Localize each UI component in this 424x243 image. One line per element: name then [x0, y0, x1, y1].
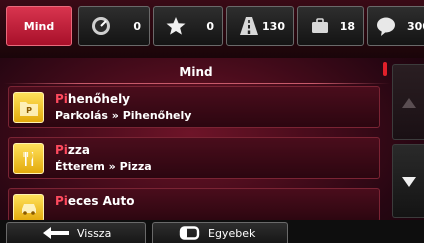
- arrow-left-icon: [43, 227, 69, 239]
- result-name-match: Pi: [55, 92, 68, 106]
- result-name-match: Pi: [55, 194, 68, 208]
- tab-speed-count: 0: [133, 20, 141, 33]
- list-header-title: Mind: [179, 65, 213, 79]
- tab-favorites[interactable]: 0: [153, 6, 223, 46]
- road-icon: [235, 12, 263, 40]
- speedometer-icon: [87, 12, 115, 40]
- result-row-pihenohely[interactable]: P Pihenőhely Parkolás » Pihenőhely: [8, 86, 380, 128]
- tab-messages[interactable]: 300: [367, 6, 424, 46]
- triangle-up-icon: [401, 93, 416, 112]
- star-icon: [162, 12, 190, 40]
- tab-favorites-count: 0: [206, 20, 214, 33]
- list-scrollbar[interactable]: [383, 62, 387, 76]
- parking-rest-icon: P: [13, 92, 44, 123]
- triangle-down-icon: [401, 172, 416, 191]
- fork-knife-icon: [13, 143, 44, 174]
- tab-all-label: Mind: [23, 19, 55, 33]
- result-name-rest: henőhely: [67, 92, 131, 106]
- back-button[interactable]: Vissza: [6, 222, 146, 243]
- speech-bubble-icon: [372, 12, 400, 40]
- scroll-down-button[interactable]: [392, 144, 424, 218]
- result-category: Parkolás » Pihenőhely: [55, 109, 192, 122]
- tab-speed[interactable]: 0: [78, 6, 150, 46]
- tab-road-count: 130: [262, 20, 285, 33]
- result-category: Étterem » Pizza: [55, 160, 152, 173]
- tab-business[interactable]: 18: [297, 6, 364, 46]
- tab-all[interactable]: Mind: [6, 6, 72, 46]
- tab-messages-count: 300: [407, 20, 424, 33]
- result-name: Pihenőhely: [55, 92, 130, 106]
- result-name-rest: eces Auto: [67, 194, 135, 208]
- category-tab-bar: Mind 0 0 130 18 30: [0, 0, 424, 58]
- svg-text:P: P: [26, 106, 32, 115]
- more-options-icon: [179, 226, 201, 240]
- header-divider: [4, 83, 390, 84]
- tab-business-count: 18: [339, 20, 355, 33]
- car-icon: [13, 194, 44, 222]
- result-name: Pieces Auto: [55, 194, 134, 208]
- result-name: Pizza: [55, 143, 90, 157]
- result-row-pieces-auto[interactable]: Pieces Auto: [8, 188, 380, 222]
- result-name-match: Pi: [55, 143, 68, 157]
- more-button-label: Egyebek: [208, 226, 256, 240]
- more-button[interactable]: Egyebek: [152, 222, 288, 243]
- result-row-pizza[interactable]: Pizza Étterem » Pizza: [8, 137, 380, 179]
- briefcase-icon: [306, 12, 334, 40]
- scroll-up-button[interactable]: [392, 64, 424, 140]
- result-name-rest: zza: [67, 143, 90, 157]
- back-button-label: Vissza: [77, 226, 112, 240]
- tab-road[interactable]: 130: [226, 6, 294, 46]
